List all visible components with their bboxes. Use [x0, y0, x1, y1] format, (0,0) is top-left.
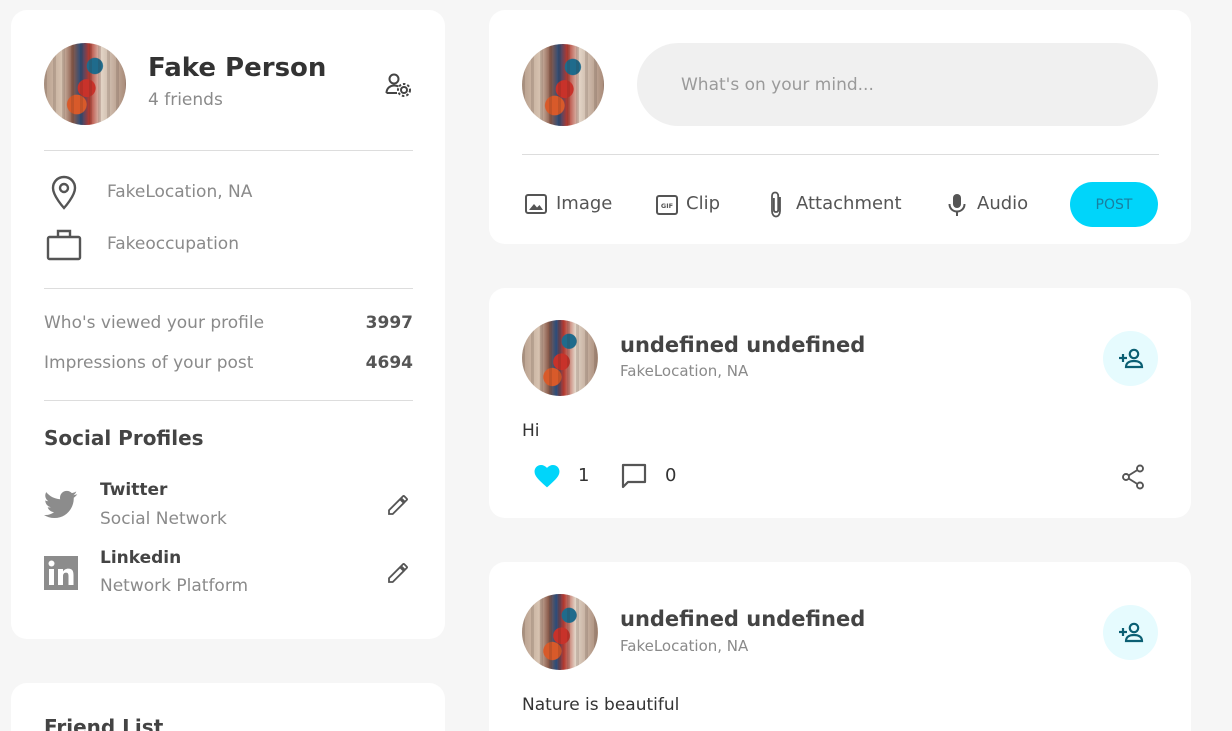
briefcase-icon: [46, 229, 82, 261]
post-avatar[interactable]: [522, 594, 598, 670]
social-linkedin-name[interactable]: Linkedin: [100, 548, 181, 568]
image-icon: [525, 194, 547, 214]
svg-text:GIF: GIF: [661, 202, 673, 210]
post-text: Hi: [522, 421, 540, 441]
profile-divider-1: [44, 150, 413, 151]
stat-label-impressions: Impressions of your post: [44, 353, 254, 373]
friends-count: 4 friends: [148, 90, 223, 110]
microphone-icon: [948, 194, 966, 216]
post-button[interactable]: POST: [1070, 182, 1158, 227]
stat-label-profile-views: Who's viewed your profile: [44, 313, 265, 333]
social-profiles-title: Social Profiles: [44, 426, 204, 450]
edit-twitter-icon[interactable]: [386, 493, 410, 517]
profile-divider-3: [44, 400, 413, 401]
image-label: Image: [556, 193, 613, 214]
person-add-icon: [1118, 348, 1143, 368]
stat-value-impressions: 4694: [365, 353, 413, 373]
post-author[interactable]: undefined undefined: [620, 333, 865, 357]
edit-linkedin-icon[interactable]: [386, 561, 410, 585]
composer-divider: [522, 154, 1159, 155]
profile-divider-2: [44, 288, 413, 289]
post-text: Nature is beautiful: [522, 695, 680, 715]
post-location: FakeLocation, NA: [620, 637, 749, 655]
heart-icon[interactable]: [534, 464, 560, 488]
post-author[interactable]: undefined undefined: [620, 607, 865, 631]
audio-button[interactable]: Audio: [945, 190, 1035, 220]
social-twitter-name[interactable]: Twitter: [100, 480, 167, 500]
twitter-icon[interactable]: [44, 490, 78, 520]
status-input[interactable]: [637, 43, 1158, 126]
composer-avatar[interactable]: [522, 44, 604, 126]
image-button[interactable]: Image: [524, 190, 614, 220]
linkedin-icon[interactable]: [44, 556, 78, 590]
add-friend-button[interactable]: [1103, 331, 1158, 386]
share-icon[interactable]: [1121, 464, 1145, 490]
profile-name[interactable]: Fake Person: [148, 53, 326, 83]
add-friend-button[interactable]: [1103, 605, 1158, 660]
post-avatar[interactable]: [522, 320, 598, 396]
friend-list-title: Friend List: [44, 715, 164, 731]
profile-occupation: Fakeoccupation: [107, 234, 239, 254]
audio-label: Audio: [977, 193, 1029, 214]
stat-value-profile-views: 3997: [365, 313, 413, 333]
comment-count: 0: [665, 465, 677, 486]
attachment-button[interactable]: Attachment: [765, 190, 905, 220]
attachment-label: Attachment: [796, 193, 902, 214]
manage-accounts-icon[interactable]: [385, 72, 412, 98]
profile-location: FakeLocation, NA: [107, 182, 253, 202]
person-add-icon: [1118, 622, 1143, 642]
clip-button[interactable]: GIF Clip: [655, 190, 725, 220]
profile-avatar[interactable]: [44, 43, 126, 125]
location-icon: [51, 175, 77, 210]
clip-label: Clip: [686, 193, 720, 214]
social-linkedin-type: Network Platform: [100, 576, 249, 596]
post-location: FakeLocation, NA: [620, 362, 749, 380]
gif-icon: GIF: [656, 195, 678, 215]
social-twitter-type: Social Network: [100, 509, 227, 529]
paperclip-icon: [771, 191, 781, 218]
comment-icon[interactable]: [621, 463, 647, 489]
like-count: 1: [578, 465, 590, 486]
